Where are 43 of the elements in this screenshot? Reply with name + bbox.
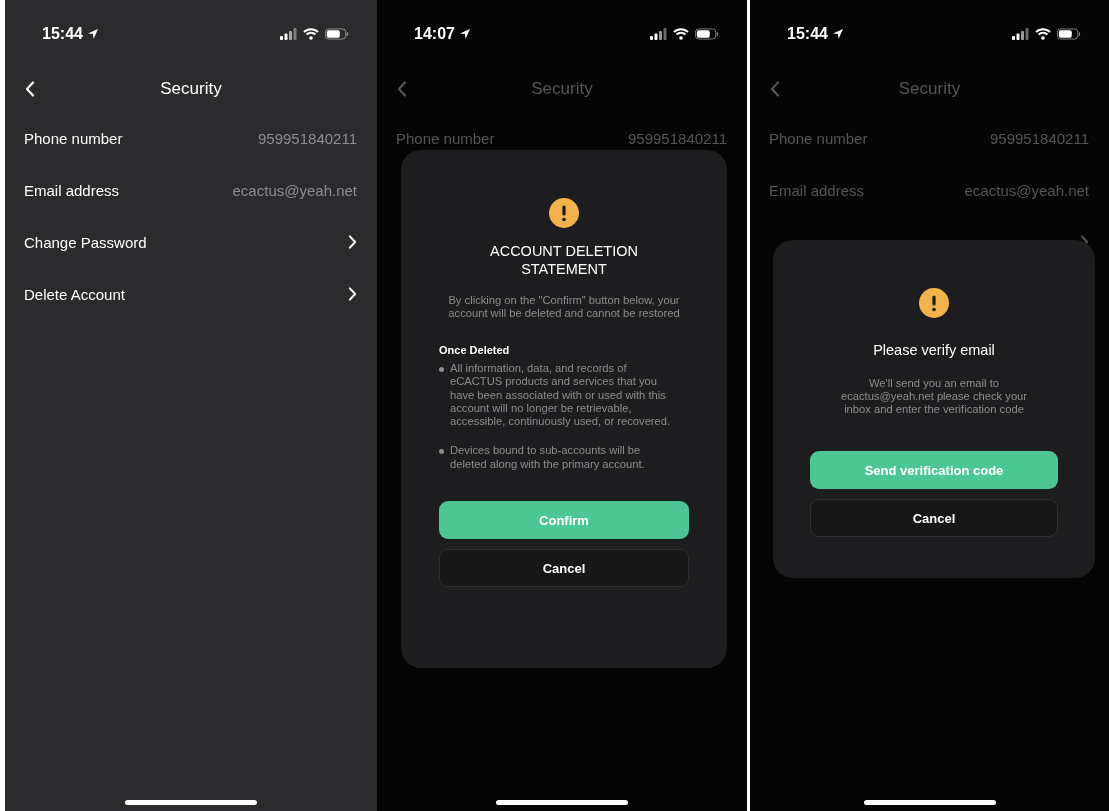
dialog-title: ACCOUNT DELETION STATEMENT	[489, 242, 639, 278]
battery-icon	[1057, 28, 1081, 40]
row-label[interactable]: Delete Account	[24, 285, 125, 303]
row-value: ecactus@yeah.net	[964, 181, 1089, 199]
section-heading: Once Deleted	[439, 344, 510, 356]
wifi-icon	[673, 28, 689, 40]
cancel-button[interactable]: Cancel	[810, 499, 1058, 537]
warning-icon	[549, 198, 579, 228]
dialog-title: Please verify email	[873, 341, 995, 359]
row-label: Phone number	[769, 129, 868, 147]
row-label[interactable]: Change Password	[24, 233, 147, 251]
bullet-dot-icon	[439, 449, 444, 455]
location-arrow-icon	[86, 28, 99, 40]
signal-icon	[1011, 28, 1029, 40]
row-value: 959951840211	[628, 129, 727, 147]
bullet-dot-icon	[439, 367, 444, 372]
wifi-icon	[1035, 28, 1051, 40]
location-arrow-icon	[831, 28, 844, 40]
screen-title: Security	[531, 79, 593, 99]
row-label: Email address	[769, 181, 865, 199]
status-time: 15:44	[42, 25, 83, 43]
battery-icon	[325, 28, 349, 40]
screen-title: Security	[898, 79, 961, 99]
location-arrow-icon	[458, 28, 471, 40]
dialog-message: We'll send you an email to ecactus@yeah.net please check your inbox and enter the verification code	[839, 377, 1029, 416]
row-value: 959951840211	[990, 129, 1089, 147]
screen-title: Security	[160, 79, 222, 99]
dialog-message: By clicking on the "Confirm" button below, your account will be deleted and cannot be restored	[447, 294, 681, 320]
row-value: ecactus@yeah.net	[232, 181, 357, 199]
row-label: Phone number	[24, 129, 123, 147]
bullet-text: Devices bound to sub-accounts will be deleted along with the primary account.	[450, 444, 646, 472]
row-value: 959951840211	[258, 129, 357, 147]
battery-icon	[695, 28, 719, 40]
warning-icon	[919, 288, 949, 318]
row-label: Phone number	[396, 129, 495, 147]
row-label: Email address	[24, 181, 120, 199]
cancel-button[interactable]: Cancel	[439, 549, 689, 588]
status-time: 15:44	[787, 25, 828, 43]
signal-icon	[279, 28, 297, 40]
bullet-text: All information, data, and records of eCACTUS products and services that you have been associated with or used with this account will no longer be retrievable, accessible, continuously used, or recovered.	[450, 362, 672, 429]
signal-icon	[649, 28, 667, 40]
status-time: 14:07	[414, 25, 455, 43]
wifi-icon	[303, 28, 319, 40]
